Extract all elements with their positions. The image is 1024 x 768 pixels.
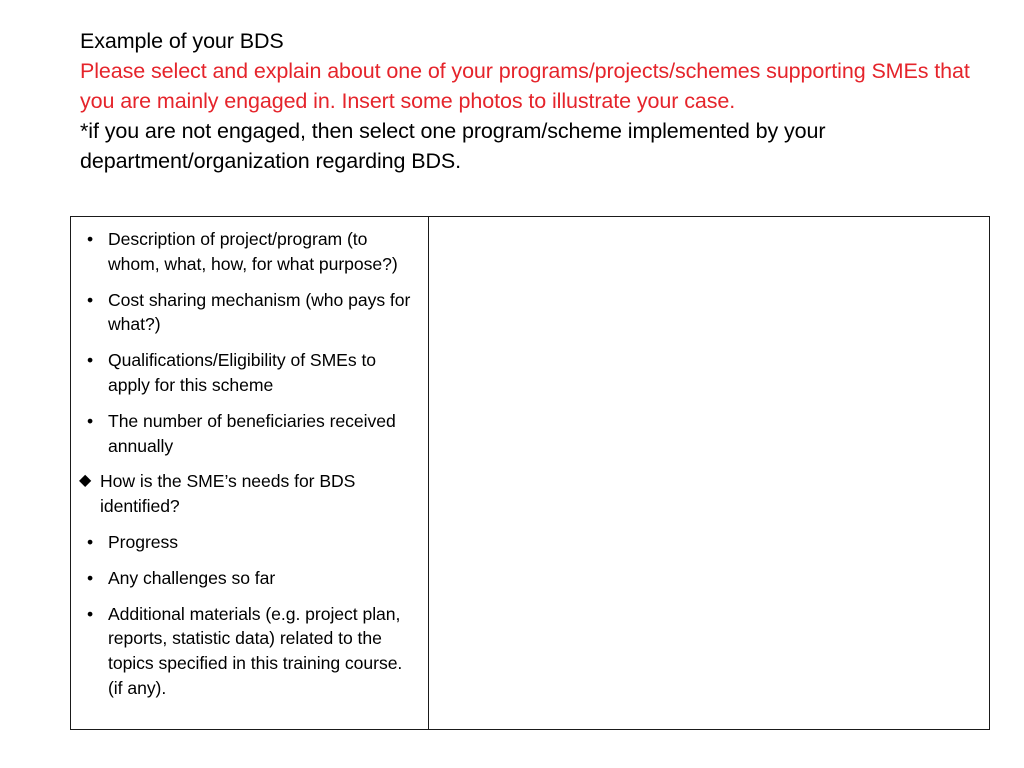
- list-item-label: Any challenges so far: [108, 567, 276, 588]
- list-item: • Any challenges so far: [79, 566, 421, 591]
- list-item: • Progress: [79, 530, 421, 555]
- list-item-label: Description of project/program (to whom,…: [108, 229, 398, 274]
- prompt-list: • Description of project/program (to who…: [79, 227, 421, 701]
- instruction-text: Please select and explain about one of y…: [80, 59, 976, 113]
- footnote-text: *if you are not engaged, then select one…: [80, 119, 832, 173]
- bullet-diamond-icon: ◆: [79, 472, 92, 490]
- list-item: ◆ How is the SME’s needs for BDS identif…: [79, 469, 421, 519]
- list-item: • Cost sharing mechanism (who pays for w…: [79, 288, 421, 338]
- table-cell-prompts: • Description of project/program (to who…: [70, 216, 430, 730]
- bullet-dot-icon: •: [87, 603, 94, 624]
- page-title: Example of your BDS: [80, 29, 284, 53]
- bullet-dot-icon: •: [87, 567, 94, 588]
- list-item-label: Cost sharing mechanism (who pays for wha…: [108, 289, 411, 335]
- bullet-dot-icon: •: [87, 350, 94, 371]
- bullet-dot-icon: •: [87, 410, 94, 431]
- slide-header: Example of your BDS Please select and ex…: [80, 26, 980, 176]
- list-item: • Description of project/program (to who…: [79, 227, 421, 277]
- list-item-label: Progress: [108, 531, 179, 552]
- list-item-label: The number of beneficiaries received ann…: [108, 410, 396, 456]
- bullet-dot-icon: •: [87, 289, 94, 310]
- bullet-dot-icon: •: [87, 229, 94, 249]
- list-item: • Qualifications/Eligibility of SMEs to …: [79, 348, 421, 398]
- bullet-dot-icon: •: [87, 531, 94, 552]
- list-item-label: Qualifications/Eligibility of SMEs to ap…: [108, 350, 377, 395]
- content-table: • Description of project/program (to who…: [70, 216, 990, 730]
- list-item: • Additional materials (e.g. project pla…: [79, 602, 421, 701]
- list-item-label: How is the SME’s needs for BDS identifie…: [100, 471, 356, 517]
- list-item: • The number of beneficiaries received a…: [79, 409, 421, 459]
- list-item-label: Additional materials (e.g. project plan,…: [108, 603, 403, 698]
- table-cell-answer-area[interactable]: [428, 216, 990, 730]
